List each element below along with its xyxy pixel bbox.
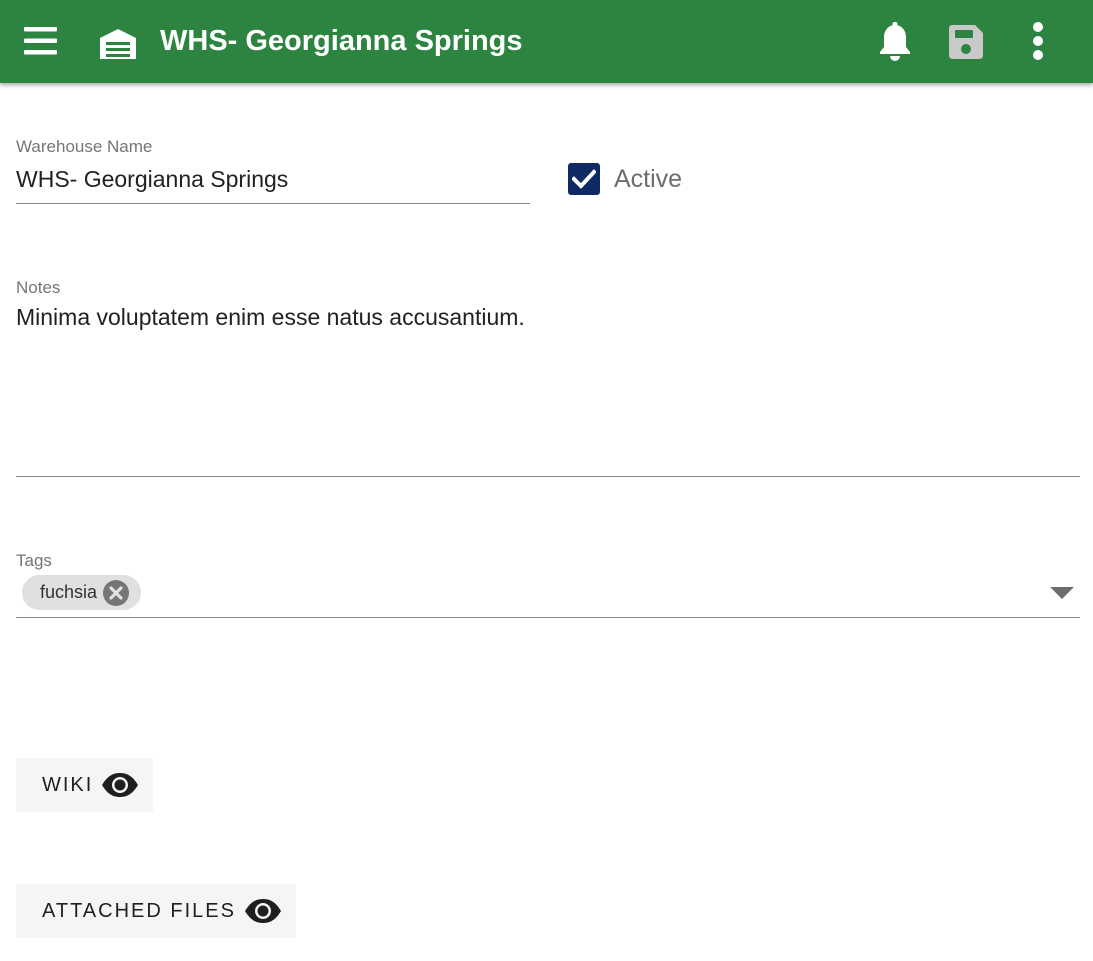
hamburger-menu-icon[interactable] xyxy=(24,25,57,57)
wiki-button-label: WIKI xyxy=(42,773,94,796)
app-bar: WHS- Georgianna Springs xyxy=(0,0,1093,83)
warehouse-icon xyxy=(100,29,136,59)
warehouse-name-input[interactable] xyxy=(16,164,530,194)
attached-files-button-label: ATTACHED FILES xyxy=(42,899,236,922)
tags-label: Tags xyxy=(16,551,52,570)
warehouse-form: Warehouse Name Active Notes Minima volup… xyxy=(0,83,1093,961)
bell-icon[interactable] xyxy=(877,22,913,62)
more-vertical-icon[interactable] xyxy=(1028,22,1048,60)
active-checkbox[interactable] xyxy=(568,163,600,195)
wiki-button[interactable]: WIKI xyxy=(16,758,154,812)
attached-files-button[interactable]: ATTACHED FILES xyxy=(16,884,296,938)
tags-underline xyxy=(16,617,1080,618)
notes-textarea[interactable]: Minima voluptatem enim esse natus accusa… xyxy=(16,302,1080,472)
close-circle-icon[interactable] xyxy=(103,580,130,606)
active-label: Active xyxy=(614,165,683,193)
notes-label: Notes xyxy=(16,278,61,297)
save-icon[interactable] xyxy=(948,24,984,60)
check-icon xyxy=(572,169,596,189)
tag-chip-label: fuchsia xyxy=(40,582,98,602)
eye-icon xyxy=(102,773,139,797)
warehouse-name-underline xyxy=(16,203,530,204)
page-title: WHS- Georgianna Springs xyxy=(160,25,523,57)
caret-down-icon[interactable] xyxy=(1050,586,1074,600)
notes-underline xyxy=(16,476,1080,477)
tag-chip: fuchsia xyxy=(22,575,142,610)
warehouse-name-label: Warehouse Name xyxy=(16,137,153,156)
eye-icon xyxy=(244,899,281,923)
